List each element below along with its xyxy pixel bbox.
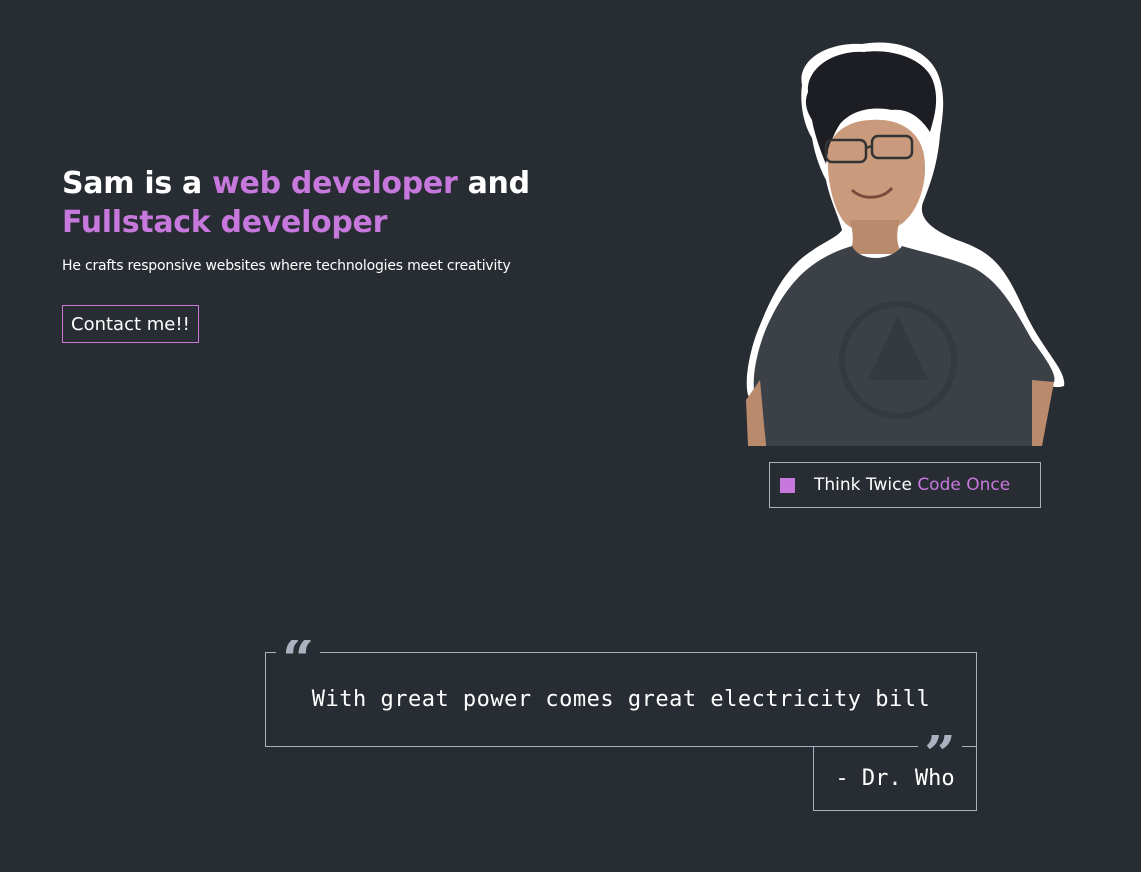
square-icon [780, 477, 795, 493]
quote-author: - Dr. Who [835, 766, 955, 791]
contact-me-button[interactable]: Contact me!! [62, 305, 199, 343]
status-text-accent: Code Once [917, 475, 1011, 495]
quote-text: With great power comes great electricity… [311, 687, 931, 712]
hero-subtitle: He crafts responsive websites where tech… [62, 258, 511, 274]
quote-close-icon: ” [918, 735, 963, 763]
hero-title-part1: Sam is a [62, 166, 213, 201]
hero-title-accent-web-developer: web developer [212, 166, 458, 201]
hero-title: Sam is a web developer and Fullstack dev… [62, 164, 662, 242]
status-text-plain: Think Twice [814, 475, 918, 495]
page: Sam is a web developer and Fullstack dev… [0, 0, 1141, 872]
quote-open-icon: “ [276, 640, 321, 668]
quote-box: With great power comes great electricity… [265, 652, 977, 747]
status-text: Think Twice Code Once [814, 475, 1010, 495]
hero-title-accent-fullstack-developer: Fullstack developer [62, 205, 388, 240]
hero-title-part2: and [457, 166, 530, 201]
portrait-image [746, 42, 1065, 446]
status-box: Think Twice Code Once [769, 462, 1041, 508]
